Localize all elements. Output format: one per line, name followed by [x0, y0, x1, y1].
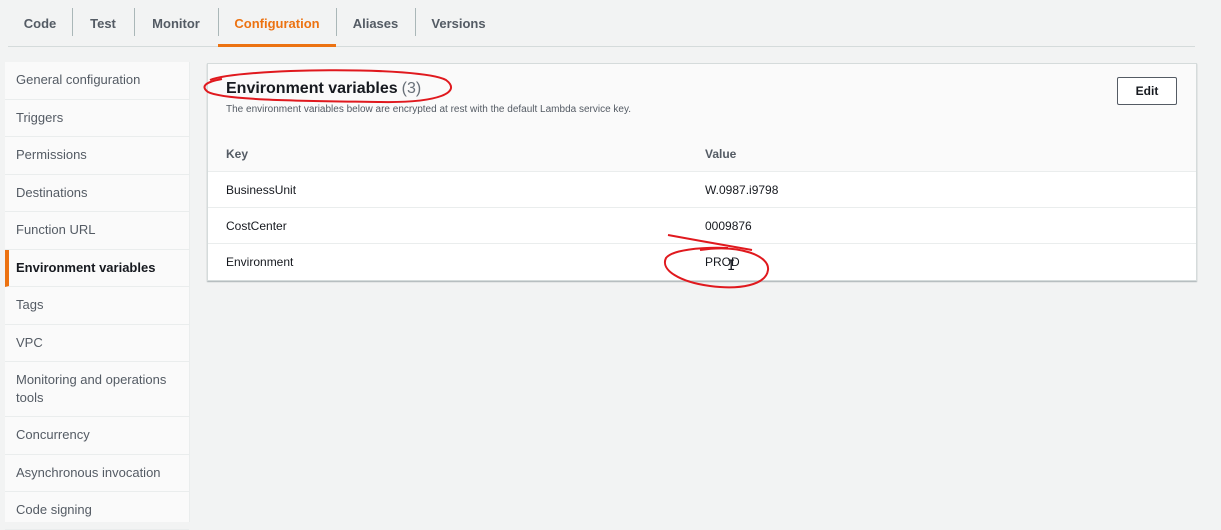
tab-monitor[interactable]: Monitor	[134, 0, 218, 46]
panel-title: Environment variables (3)	[226, 80, 421, 98]
tab-configuration[interactable]: Configuration	[218, 0, 336, 47]
tab-test[interactable]: Test	[72, 0, 134, 46]
sidenav-item-tags[interactable]: Tags	[5, 287, 189, 325]
sidenav-item-monitoring[interactable]: Monitoring and operations tools	[5, 362, 189, 417]
tab-versions[interactable]: Versions	[415, 0, 502, 46]
sidenav-item-function-url[interactable]: Function URL	[5, 212, 189, 250]
env-vars-panel: Environment variables (3) The environment…	[207, 63, 1197, 281]
tab-code[interactable]: Code	[8, 0, 72, 46]
panel-title-text: Environment variables	[226, 80, 398, 97]
sidenav-item-destinations[interactable]: Destinations	[5, 175, 189, 212]
panel-description: The environment variables below are encr…	[226, 104, 632, 115]
sidenav-item-concurrency[interactable]: Concurrency	[5, 417, 189, 455]
configuration-sidenav: General configuration Triggers Permissio…	[5, 62, 190, 530]
panel-header: Environment variables (3) The environment…	[208, 64, 1196, 137]
env-key: CostCenter	[226, 218, 287, 233]
text-cursor-icon: I	[727, 258, 736, 274]
sidenav-item-environment-variables[interactable]: Environment variables	[5, 249, 189, 287]
sidenav-item-code-signing[interactable]: Code signing	[5, 492, 189, 530]
sidenav-item-triggers[interactable]: Triggers	[5, 100, 189, 137]
tab-bar: Code Test Monitor Configuration Aliases …	[8, 0, 1195, 47]
table-row: BusinessUnit W.0987.i9798	[208, 172, 1196, 208]
env-value: 0009876	[705, 218, 752, 233]
env-key: Environment	[226, 254, 294, 269]
table-row: Environment PROD	[208, 244, 1196, 279]
table-row: CostCenter 0009876	[208, 208, 1196, 244]
column-header-key: Key	[226, 146, 249, 161]
env-value: W.0987.i9798	[705, 182, 779, 197]
sidenav-item-vpc[interactable]: VPC	[5, 325, 189, 362]
env-key: BusinessUnit	[226, 182, 297, 197]
sidenav-item-async-invocation[interactable]: Asynchronous invocation	[5, 455, 189, 492]
panel-count: (3)	[401, 80, 422, 97]
sidenav-item-permissions[interactable]: Permissions	[5, 137, 189, 175]
table-header-row: Key Value	[208, 136, 1196, 172]
sidenav-item-general-configuration[interactable]: General configuration	[5, 62, 189, 100]
column-header-value: Value	[705, 146, 737, 161]
edit-button[interactable]: Edit	[1117, 77, 1177, 105]
tab-aliases[interactable]: Aliases	[336, 0, 415, 46]
